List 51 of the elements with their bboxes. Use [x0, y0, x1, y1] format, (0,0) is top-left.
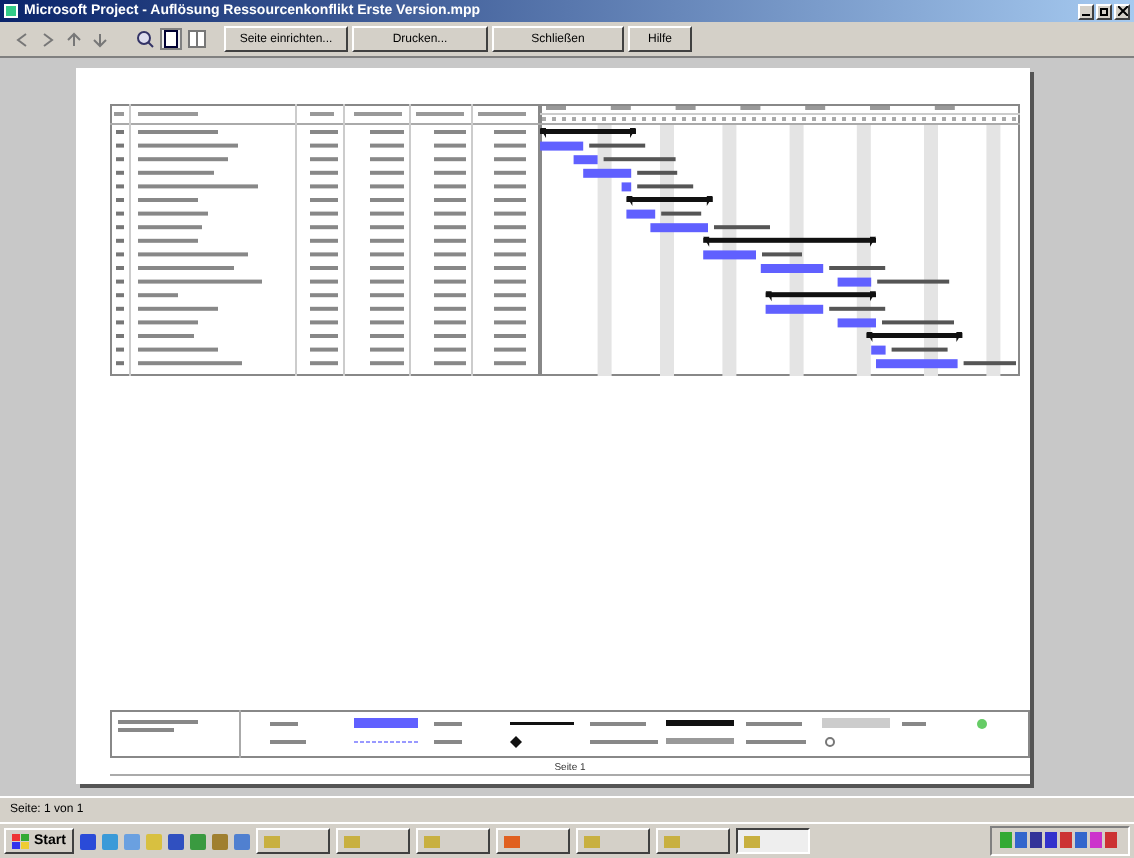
- summary-bar: [866, 332, 963, 342]
- summary-bar: [540, 128, 636, 138]
- bar-label-line: [637, 170, 678, 175]
- task-bar: [583, 168, 632, 178]
- bar-label-line: [762, 252, 802, 257]
- task-bar: [540, 141, 584, 151]
- bar-label-line: [882, 320, 954, 325]
- task-bar: [621, 182, 632, 192]
- single-page-icon[interactable]: [160, 28, 182, 50]
- task-bar: [650, 223, 708, 233]
- bar-label-line: [589, 143, 646, 148]
- bar-label-line: [661, 211, 702, 216]
- windows-flag-icon: [12, 833, 30, 849]
- zoom-icon[interactable]: [134, 28, 156, 50]
- window-icon: [663, 833, 680, 849]
- bar-label-line: [603, 157, 676, 162]
- window-icon: [263, 833, 280, 849]
- task-bar: [765, 304, 824, 314]
- app-icon: [4, 4, 18, 18]
- window-icon: [583, 833, 600, 849]
- bar-label-line: [714, 225, 770, 230]
- window-icon: [423, 833, 440, 849]
- task-bar: [871, 345, 886, 355]
- summary-bar: [765, 291, 876, 302]
- task-bar: [760, 264, 824, 273]
- task-bar: [837, 277, 872, 287]
- task-bar: [703, 250, 756, 260]
- taskbar-button[interactable]: [735, 828, 810, 854]
- window-icon: [743, 833, 760, 849]
- bar-label-line: [637, 184, 694, 189]
- task-bar: [626, 209, 656, 219]
- bar-label-line: [829, 306, 886, 311]
- task-bar: [837, 318, 876, 328]
- tray-icons-drawing: [1000, 832, 1120, 850]
- task-bar: [573, 155, 598, 165]
- close-icon: [1117, 6, 1127, 16]
- page-up-icon[interactable]: [62, 28, 84, 50]
- window-icon: [343, 833, 360, 849]
- minimize-button[interactable]: [1078, 3, 1094, 19]
- window-icon: [503, 833, 520, 849]
- close-button[interactable]: [1114, 3, 1130, 19]
- bar-label-line: [891, 347, 948, 352]
- restore-icon: [1099, 6, 1109, 16]
- bar-label-line: [829, 266, 886, 270]
- page-down-icon[interactable]: [88, 28, 110, 50]
- multiple-pages-icon[interactable]: [186, 28, 208, 50]
- task-bar: [876, 359, 958, 369]
- restore-button[interactable]: [1096, 3, 1112, 19]
- bar-label-line: [877, 279, 950, 284]
- summary-bar: [626, 196, 713, 206]
- bar-label-line: [963, 361, 1016, 366]
